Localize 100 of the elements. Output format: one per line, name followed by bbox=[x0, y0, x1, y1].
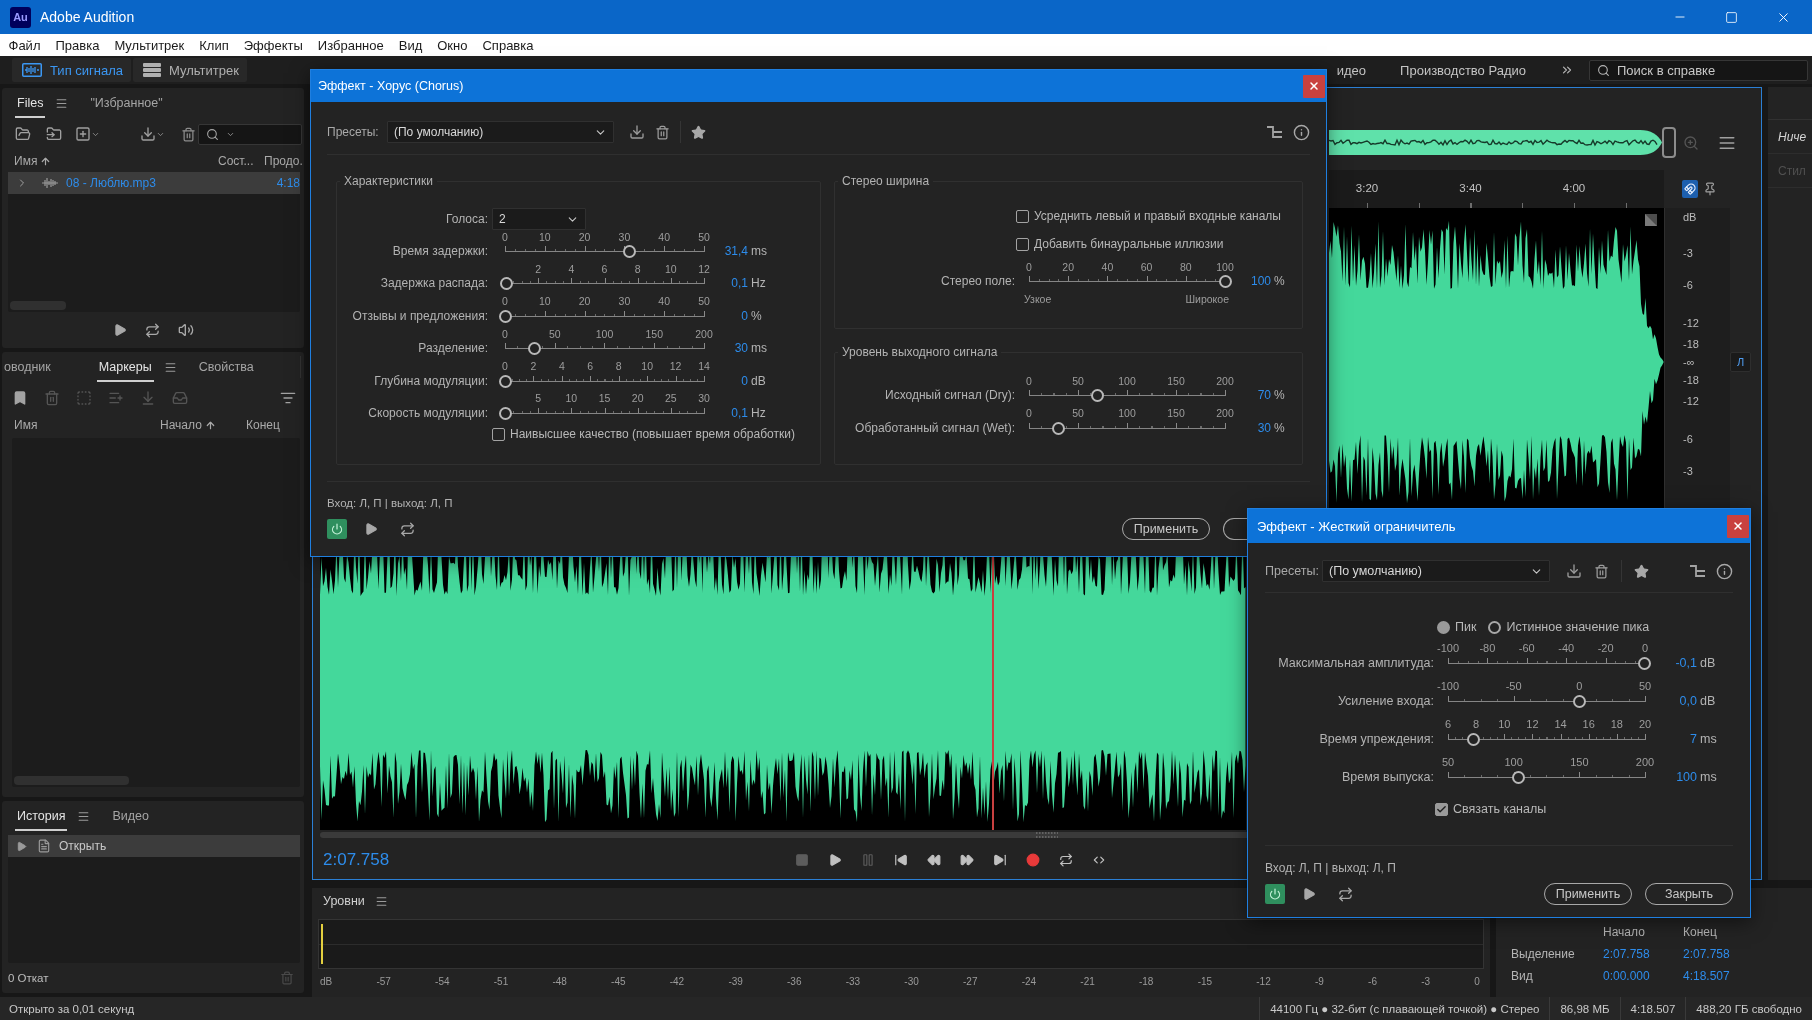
slider-thumb[interactable] bbox=[498, 309, 512, 323]
overview-waveform[interactable] bbox=[1329, 127, 1676, 158]
repeat-icon[interactable] bbox=[144, 322, 160, 338]
menu-item[interactable]: Окно bbox=[429, 34, 475, 56]
slider-thumb[interactable] bbox=[528, 342, 542, 356]
download-icon[interactable] bbox=[140, 126, 156, 142]
close-button[interactable] bbox=[1727, 514, 1749, 538]
radio-button[interactable] bbox=[1437, 620, 1450, 634]
repeat-icon[interactable] bbox=[400, 521, 415, 537]
trash-icon[interactable] bbox=[655, 124, 670, 140]
download-icon[interactable] bbox=[629, 124, 645, 140]
power-button[interactable] bbox=[327, 519, 347, 540]
corner-tile-icon[interactable] bbox=[1645, 214, 1657, 226]
slider-thumb[interactable] bbox=[500, 277, 514, 291]
star-icon[interactable] bbox=[1634, 563, 1649, 579]
download-icon[interactable] bbox=[1566, 563, 1582, 579]
menu-item[interactable]: Клип bbox=[191, 34, 237, 56]
fast-forward-icon[interactable] bbox=[960, 852, 974, 867]
menu-item[interactable]: Вид bbox=[391, 34, 430, 56]
panel-tab[interactable]: Files bbox=[15, 88, 46, 118]
magnet-icon[interactable] bbox=[1682, 180, 1698, 198]
routing-icon[interactable] bbox=[1690, 564, 1705, 578]
speaker-icon[interactable] bbox=[177, 322, 194, 338]
history-row[interactable]: Открыть bbox=[8, 835, 300, 857]
slider-thumb[interactable] bbox=[1091, 389, 1105, 403]
menu-icon[interactable] bbox=[163, 360, 177, 374]
pin-icon[interactable] bbox=[1703, 182, 1717, 196]
column-header[interactable]: Имя bbox=[14, 154, 52, 168]
checkbox[interactable] bbox=[1016, 209, 1029, 223]
skip-forward-icon[interactable] bbox=[993, 852, 1007, 867]
checkbox[interactable] bbox=[492, 427, 505, 441]
menu-item[interactable]: Мультитрек bbox=[106, 34, 192, 56]
menu-item[interactable]: Правка bbox=[47, 34, 107, 56]
column-header[interactable]: Сост... bbox=[218, 154, 254, 168]
search-field[interactable]: Поиск в справке bbox=[1589, 59, 1808, 81]
workspace-tab[interactable]: идео bbox=[1336, 62, 1367, 78]
menu-item[interactable]: Справка bbox=[474, 34, 541, 56]
panel-tab[interactable]: История bbox=[15, 801, 68, 831]
routing-icon[interactable] bbox=[1267, 125, 1282, 139]
panel-tab[interactable]: Маркеры bbox=[96, 352, 154, 382]
waveform[interactable] bbox=[1329, 208, 1664, 508]
menu-item[interactable]: Избранное bbox=[310, 34, 392, 56]
column-header[interactable]: Продо. bbox=[264, 154, 303, 168]
preset-dropdown[interactable]: (По умолчанию) bbox=[1322, 560, 1550, 582]
slider-thumb[interactable] bbox=[623, 245, 637, 258]
repeat-icon[interactable] bbox=[1338, 886, 1353, 902]
search-field[interactable] bbox=[198, 123, 302, 145]
radio-button[interactable] bbox=[1488, 620, 1502, 634]
record-icon[interactable] bbox=[1026, 852, 1040, 867]
panel-tab[interactable]: "Избранное" bbox=[88, 88, 165, 118]
column-header[interactable]: Конец bbox=[246, 418, 280, 432]
menu-icon[interactable] bbox=[77, 809, 91, 823]
slider-thumb[interactable] bbox=[1638, 657, 1652, 670]
mode-tab[interactable]: Мультитрек bbox=[133, 58, 247, 82]
menu-icon[interactable] bbox=[55, 96, 69, 110]
slider-thumb[interactable] bbox=[1512, 771, 1526, 784]
checkbox[interactable] bbox=[1435, 802, 1448, 816]
repeat-icon[interactable] bbox=[1059, 852, 1073, 867]
slider-thumb[interactable] bbox=[1218, 275, 1232, 288]
slider-thumb[interactable] bbox=[1051, 421, 1065, 435]
checkbox[interactable] bbox=[1016, 237, 1029, 251]
grip-icon[interactable] bbox=[1036, 831, 1058, 839]
menu-item[interactable]: Эффекты bbox=[236, 34, 311, 56]
waveform[interactable] bbox=[320, 557, 1246, 830]
menu-item[interactable]: Файл bbox=[1, 34, 48, 56]
filter-list-icon[interactable] bbox=[280, 390, 296, 406]
slider-thumb[interactable] bbox=[498, 374, 512, 388]
folder-icon[interactable] bbox=[15, 126, 31, 142]
marker-icon[interactable] bbox=[12, 390, 28, 406]
panel-tab[interactable]: оводник bbox=[2, 352, 53, 382]
maximize-icon[interactable] bbox=[1725, 10, 1738, 24]
play-icon[interactable] bbox=[1302, 887, 1316, 901]
column-header[interactable]: Имя bbox=[14, 418, 38, 432]
voices-dropdown[interactable]: 2 bbox=[492, 208, 586, 230]
info-icon[interactable] bbox=[1293, 123, 1310, 141]
mode-tab[interactable]: Тип сигнала bbox=[12, 58, 131, 82]
skip-back-icon[interactable] bbox=[894, 852, 908, 867]
menu-icon[interactable] bbox=[374, 894, 388, 908]
timeline-ruler[interactable]: 3:20 3:40 4:00 bbox=[1329, 170, 1664, 208]
star-icon[interactable] bbox=[691, 124, 706, 140]
play-icon[interactable] bbox=[112, 323, 127, 337]
channel-button[interactable]: Л bbox=[1730, 352, 1751, 372]
slider-thumb[interactable] bbox=[499, 406, 513, 420]
slider-thumb[interactable] bbox=[1467, 733, 1481, 746]
slider-thumb[interactable] bbox=[1572, 695, 1586, 708]
workspace-tab[interactable]: Производство Радио bbox=[1400, 62, 1526, 78]
plus-square-icon[interactable] bbox=[75, 126, 91, 142]
chevrons-right-icon[interactable] bbox=[1560, 63, 1574, 77]
trash-icon[interactable] bbox=[1594, 563, 1609, 579]
play-icon[interactable] bbox=[828, 852, 842, 867]
close-button[interactable] bbox=[1303, 74, 1325, 98]
play-icon[interactable] bbox=[364, 522, 378, 537]
rewind-icon[interactable] bbox=[927, 852, 941, 867]
panel-tab[interactable]: Свойства bbox=[196, 352, 256, 382]
panel-tab[interactable]: Видео bbox=[110, 801, 151, 831]
info-icon[interactable] bbox=[1716, 562, 1733, 580]
trash-icon[interactable] bbox=[181, 126, 196, 142]
preset-dropdown[interactable]: (По умолчанию) bbox=[387, 121, 614, 143]
folder-arrow-icon[interactable] bbox=[46, 126, 62, 142]
column-header[interactable]: Начало bbox=[160, 418, 216, 432]
